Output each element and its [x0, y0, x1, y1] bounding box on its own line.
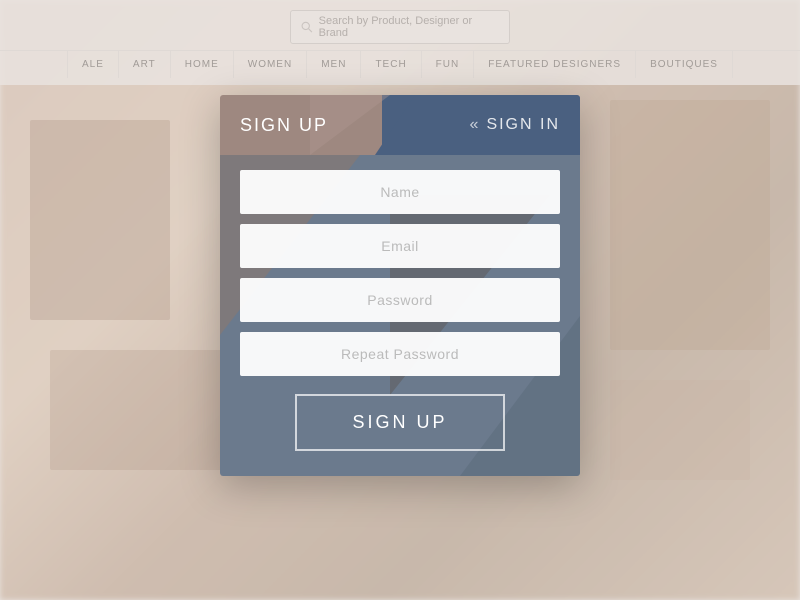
- tab-signup[interactable]: SIGN UP: [240, 115, 470, 136]
- signup-button[interactable]: SIGN UP: [295, 394, 505, 451]
- name-input[interactable]: [240, 170, 560, 214]
- tab-signin[interactable]: « SIGN IN: [470, 116, 560, 134]
- password-field: [240, 278, 560, 322]
- modal-body: SIGN UP: [220, 155, 580, 476]
- email-input[interactable]: [240, 224, 560, 268]
- name-field: [240, 170, 560, 214]
- email-field: [240, 224, 560, 268]
- modal-header-content: SIGN UP « SIGN IN: [220, 95, 580, 155]
- signup-modal: SIGN UP « SIGN IN SIGN UP: [220, 95, 580, 476]
- chevron-left-icon: «: [470, 116, 481, 134]
- repeat-password-field: [240, 332, 560, 376]
- repeat-password-input[interactable]: [240, 332, 560, 376]
- tab-signin-label: SIGN IN: [486, 116, 560, 134]
- password-input[interactable]: [240, 278, 560, 322]
- modal-header: SIGN UP « SIGN IN: [220, 95, 580, 155]
